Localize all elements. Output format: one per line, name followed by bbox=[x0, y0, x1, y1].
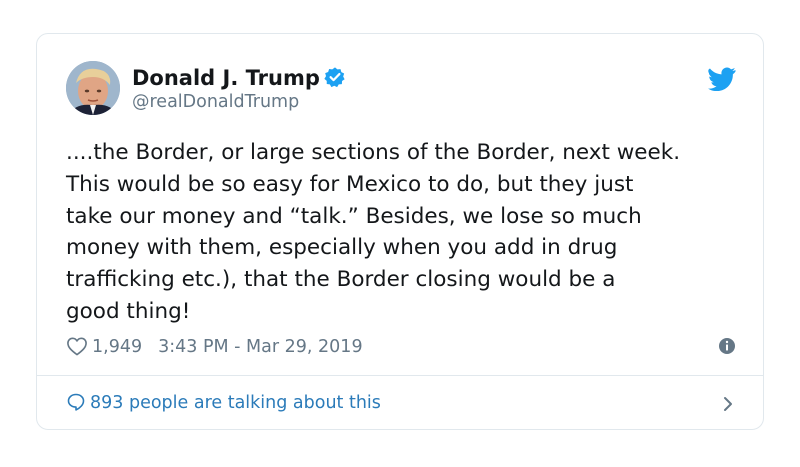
talking-about-link[interactable]: 893 people are talking about this bbox=[66, 390, 736, 416]
avatar[interactable] bbox=[66, 61, 120, 115]
verified-badge-icon bbox=[324, 67, 345, 88]
tweet-text: ....the Border, or large sections of the… bbox=[66, 140, 681, 324]
reply-bubble-icon bbox=[67, 393, 85, 411]
tweet-meta: 1,949 3:43 PM - Mar 29, 2019 bbox=[66, 334, 736, 360]
tweet-timestamp[interactable]: 3:43 PM - Mar 29, 2019 bbox=[158, 337, 362, 357]
tweet-header: Donald J. Trump @realDonaldTrump bbox=[66, 61, 736, 117]
display-name[interactable]: Donald J. Trump bbox=[132, 66, 320, 90]
like-count[interactable]: 1,949 bbox=[92, 337, 142, 357]
user-names: Donald J. Trump @realDonaldTrump bbox=[132, 65, 346, 113]
tweet-card[interactable]: Donald J. Trump @realDonaldTrump ....the… bbox=[36, 33, 764, 430]
user-handle[interactable]: @realDonaldTrump bbox=[132, 91, 346, 113]
avatar-image bbox=[66, 61, 120, 115]
chevron-right-icon[interactable] bbox=[722, 396, 734, 412]
talking-about-label[interactable]: 893 people are talking about this bbox=[90, 393, 381, 413]
info-icon[interactable] bbox=[718, 337, 736, 355]
display-name-row[interactable]: Donald J. Trump bbox=[132, 65, 346, 91]
divider bbox=[37, 375, 763, 376]
twitter-bird-icon[interactable] bbox=[708, 67, 736, 91]
heart-icon[interactable] bbox=[66, 336, 88, 356]
